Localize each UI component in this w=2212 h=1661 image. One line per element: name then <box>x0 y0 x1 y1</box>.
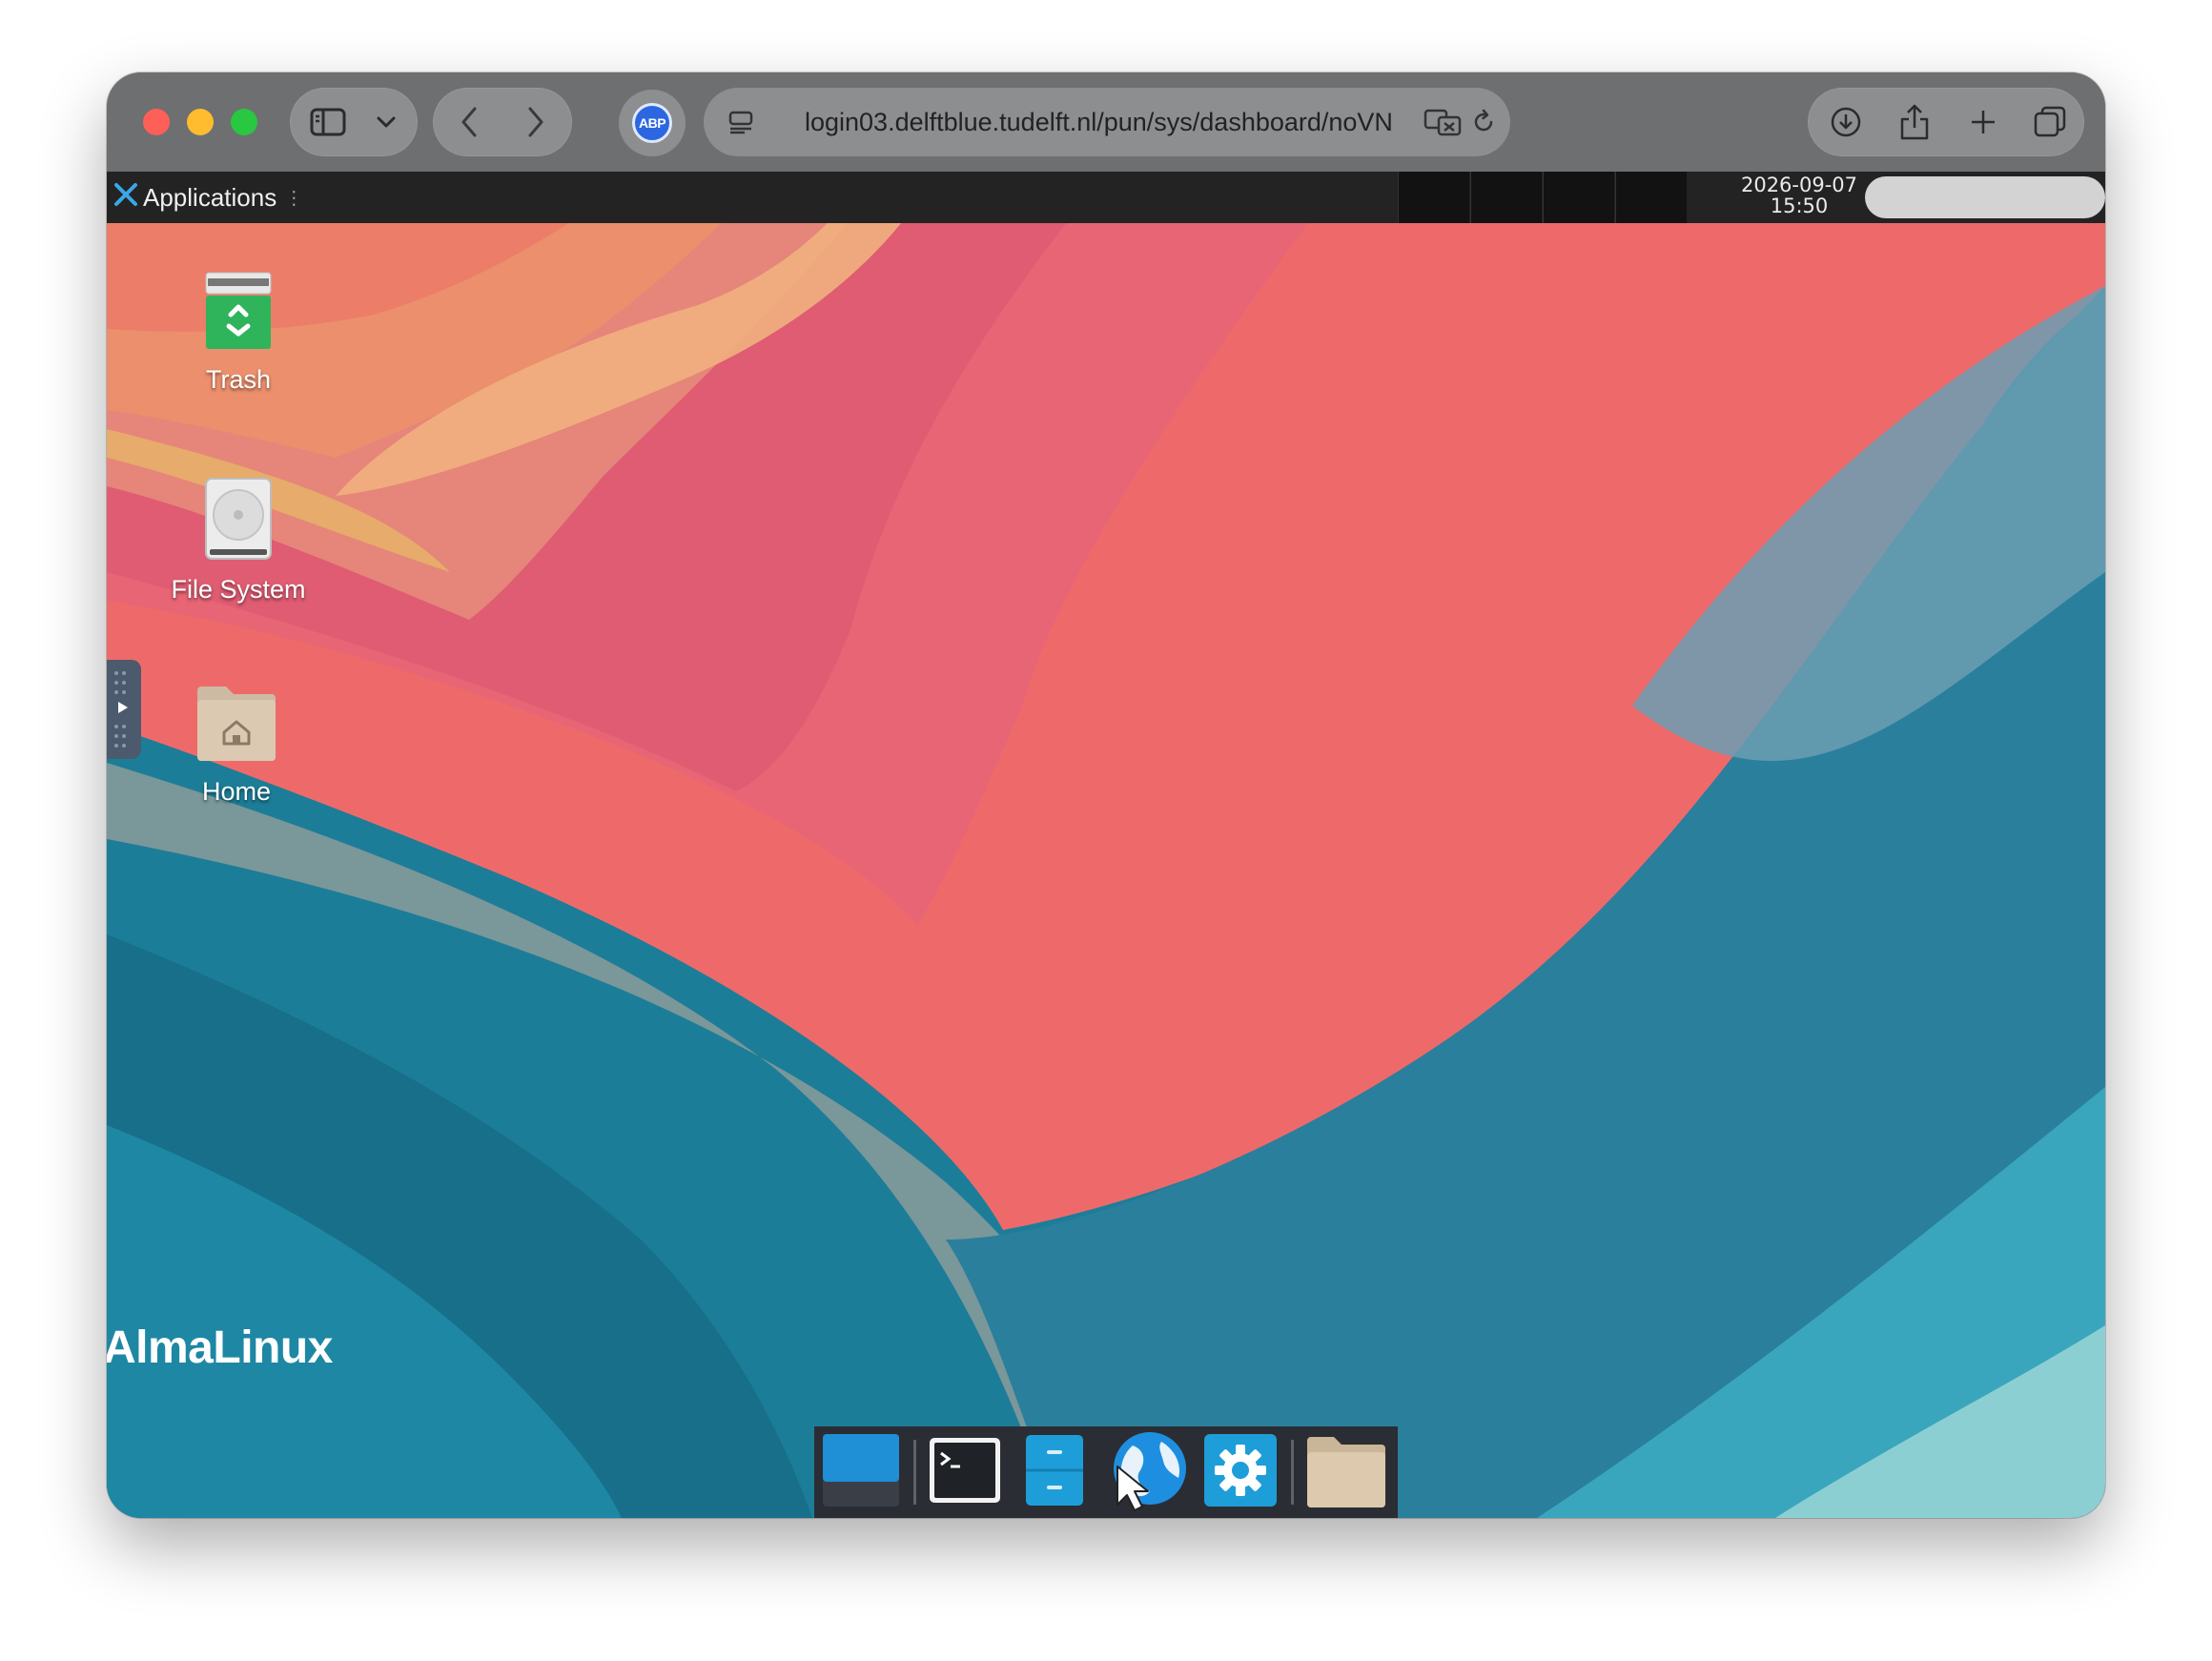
system-tray[interactable] <box>1865 176 2105 218</box>
home-label: Home <box>201 777 272 806</box>
forward-button[interactable] <box>507 88 564 156</box>
dock-folder[interactable] <box>1302 1432 1390 1512</box>
settings-icon <box>1202 1432 1279 1513</box>
page-menu-icon <box>727 109 754 135</box>
web-browser-icon <box>1106 1428 1190 1517</box>
clock-date: 2026-09-07 <box>1740 174 1858 196</box>
url-text[interactable]: login03.delftblue.tudelft.nl/pun/sys/das… <box>805 88 1405 156</box>
share-button[interactable] <box>1884 88 1945 156</box>
sidebar-toggle-group <box>290 88 418 156</box>
sidebar-icon <box>309 107 347 137</box>
bottom-dock <box>814 1426 1398 1518</box>
show-desktop-icon <box>821 1432 901 1513</box>
new-tab-icon <box>1969 108 1997 136</box>
file-manager-icon <box>1024 1433 1085 1512</box>
back-button[interactable] <box>440 88 498 156</box>
novnc-control-handle[interactable] <box>107 660 141 759</box>
reload-button[interactable] <box>1464 88 1503 156</box>
tab-overview-icon <box>2033 105 2067 139</box>
drive-icon <box>153 477 324 567</box>
xfce-logo-icon <box>113 181 139 215</box>
forward-icon <box>526 106 545 138</box>
folder-icon <box>1305 1431 1387 1514</box>
close-window-button[interactable] <box>143 109 170 135</box>
new-tab-button[interactable] <box>1953 88 2014 156</box>
dock-terminal[interactable] <box>925 1432 1005 1512</box>
workspace-2[interactable] <box>1470 172 1542 223</box>
workspace-3[interactable] <box>1543 172 1614 223</box>
translate-button[interactable] <box>1421 88 1464 156</box>
toolbar-actions-group <box>1808 88 2084 156</box>
browser-window: ABP login03.delftblue.tudelft.nl/pun/sys… <box>107 72 2105 1518</box>
zoom-window-button[interactable] <box>231 109 257 135</box>
terminal-icon <box>928 1436 1002 1509</box>
remote-desktop[interactable]: Applications ⋮ 2026-09-07 15:50 Trash Fi… <box>107 172 2105 1518</box>
page-menu-button[interactable] <box>717 88 765 156</box>
downloads-button[interactable] <box>1815 88 1876 156</box>
desktop-icon-trash[interactable]: Trash <box>153 271 324 395</box>
adblock-button[interactable]: ABP <box>619 90 686 156</box>
desktop-icon-file-system[interactable]: File System <box>153 477 324 605</box>
almalinux-logo-text: AlmaLinux <box>107 1323 333 1373</box>
applications-menu[interactable]: Applications ⋮ <box>113 172 303 223</box>
file-system-label: File System <box>171 575 306 604</box>
tab-group-menu-button[interactable] <box>366 88 406 156</box>
navigation-group <box>433 88 572 156</box>
panel-clock[interactable]: 2026-09-07 15:50 <box>1718 174 1880 216</box>
applications-label: Applications <box>143 182 277 212</box>
dock-file-manager[interactable] <box>1014 1432 1095 1512</box>
translate-icon <box>1423 108 1462 136</box>
address-bar[interactable]: login03.delftblue.tudelft.nl/pun/sys/das… <box>704 88 1510 156</box>
menu-grip-icon: ⋮ <box>284 187 304 209</box>
clock-time: 15:50 <box>1770 195 1829 217</box>
chevron-down-icon <box>376 115 397 129</box>
back-icon <box>460 106 479 138</box>
desktop-wallpaper <box>107 172 2105 1518</box>
reload-icon <box>1470 109 1497 135</box>
dock-separator <box>913 1440 916 1505</box>
trash-icon <box>153 271 324 358</box>
workspace-4[interactable] <box>1615 172 1687 223</box>
dock-separator <box>1291 1440 1294 1505</box>
browser-toolbar: ABP login03.delftblue.tudelft.nl/pun/sys… <box>107 72 2105 172</box>
dock-show-desktop[interactable] <box>820 1432 902 1512</box>
home-folder-icon <box>151 681 322 769</box>
adblock-badge: ABP <box>632 103 672 143</box>
share-icon <box>1898 103 1931 141</box>
minimize-window-button[interactable] <box>187 109 214 135</box>
workspace-1[interactable] <box>1398 172 1469 223</box>
sidebar-button[interactable] <box>299 88 357 156</box>
trash-label: Trash <box>205 365 271 394</box>
dock-settings[interactable] <box>1199 1432 1281 1512</box>
tab-overview-button[interactable] <box>2019 88 2080 156</box>
desktop-icon-home[interactable]: Home <box>151 681 322 807</box>
dock-web-browser[interactable] <box>1104 1431 1192 1512</box>
handle-arrow-icon <box>114 671 128 748</box>
download-icon <box>1829 105 1863 139</box>
xfce-top-panel: Applications ⋮ 2026-09-07 15:50 <box>107 172 2105 223</box>
